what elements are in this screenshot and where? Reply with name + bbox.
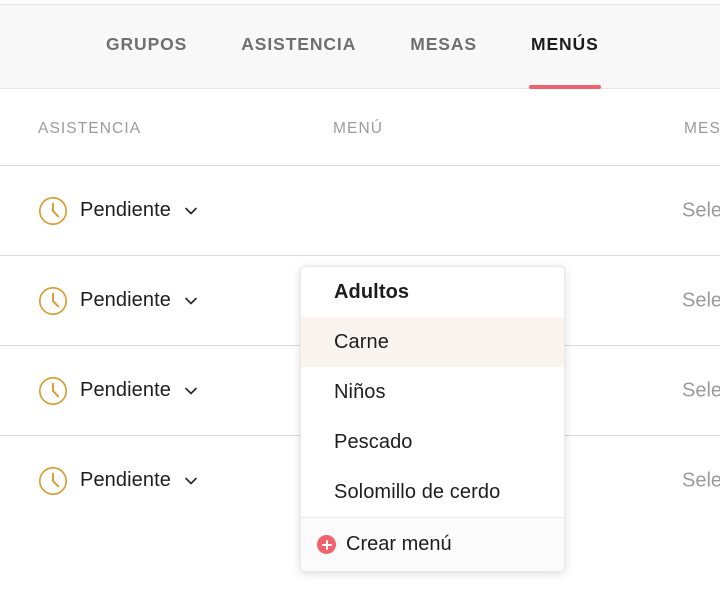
tab-label: MENÚS	[530, 34, 599, 54]
chevron-down-icon[interactable]	[183, 203, 199, 219]
menu-option-label: Carne	[334, 330, 389, 353]
menu-option[interactable]: Pescado	[301, 417, 564, 467]
menu-option[interactable]: Niños	[301, 367, 564, 417]
chevron-down-icon[interactable]	[183, 383, 199, 399]
column-header-menu: MENÚ	[333, 120, 384, 137]
attendance-status-selector[interactable]: Pendiente	[38, 196, 199, 226]
tab-men-s[interactable]: MENÚS	[528, 4, 601, 89]
attendance-status-label: Pendiente	[80, 379, 171, 401]
menu-option-label: Adultos	[334, 280, 410, 303]
column-header-mesa: MES	[684, 120, 720, 137]
table-select-cell[interactable]: Sele	[682, 289, 720, 312]
menu-option-label: Niños	[334, 380, 386, 403]
attendance-status-selector[interactable]: Pendiente	[38, 376, 199, 406]
menu-option[interactable]: Adultos	[301, 267, 564, 317]
clock-icon	[38, 376, 68, 406]
tab-bar: GRUPOS ASISTENCIA MESAS MENÚS	[0, 4, 720, 89]
tab-mesas[interactable]: MESAS	[410, 4, 477, 89]
table-column-headers: ASISTENCIA MENÚ MES	[0, 120, 720, 160]
attendance-status-selector[interactable]: Pendiente	[38, 466, 199, 496]
tab-label: ASISTENCIA	[241, 34, 357, 54]
active-tab-underline	[528, 85, 601, 89]
create-menu-button[interactable]: Crear menú	[301, 517, 564, 571]
menu-dropdown[interactable]: Adultos Carne Niños Pescado Solomillo de cer…	[300, 266, 565, 572]
clock-icon	[38, 286, 68, 316]
chevron-down-icon[interactable]	[183, 293, 199, 309]
clock-icon	[38, 466, 68, 496]
tab-asistencia[interactable]: ASISTENCIA	[241, 4, 356, 89]
tab-label: GRUPOS	[106, 34, 188, 54]
attendance-status-label: Pendiente	[80, 289, 171, 311]
table-select-cell[interactable]: Sele	[682, 469, 720, 492]
menus-screen: GRUPOS ASISTENCIA MESAS MENÚS ASISTENCIA ME…	[0, 0, 720, 609]
attendance-status-label: Pendiente	[80, 199, 171, 221]
menu-option-label: Pescado	[334, 430, 413, 453]
tab-grupos[interactable]: GRUPOS	[106, 4, 187, 89]
menu-option[interactable]: Solomillo de cerdo	[301, 467, 564, 517]
table-select-cell[interactable]: Sele	[682, 379, 720, 402]
plus-circle-icon	[317, 535, 336, 554]
attendance-status-label: Pendiente	[80, 469, 171, 491]
menu-option-label: Solomillo de cerdo	[334, 480, 501, 503]
table-row: Pendiente Sele	[0, 165, 720, 255]
column-header-asistencia: ASISTENCIA	[38, 120, 142, 137]
clock-icon	[38, 196, 68, 226]
chevron-down-icon[interactable]	[183, 473, 199, 489]
table-select-cell[interactable]: Sele	[682, 199, 720, 222]
menu-option[interactable]: Carne	[301, 317, 564, 367]
create-menu-label: Crear menú	[346, 533, 452, 555]
attendance-status-selector[interactable]: Pendiente	[38, 286, 199, 316]
tab-label: MESAS	[410, 34, 477, 54]
